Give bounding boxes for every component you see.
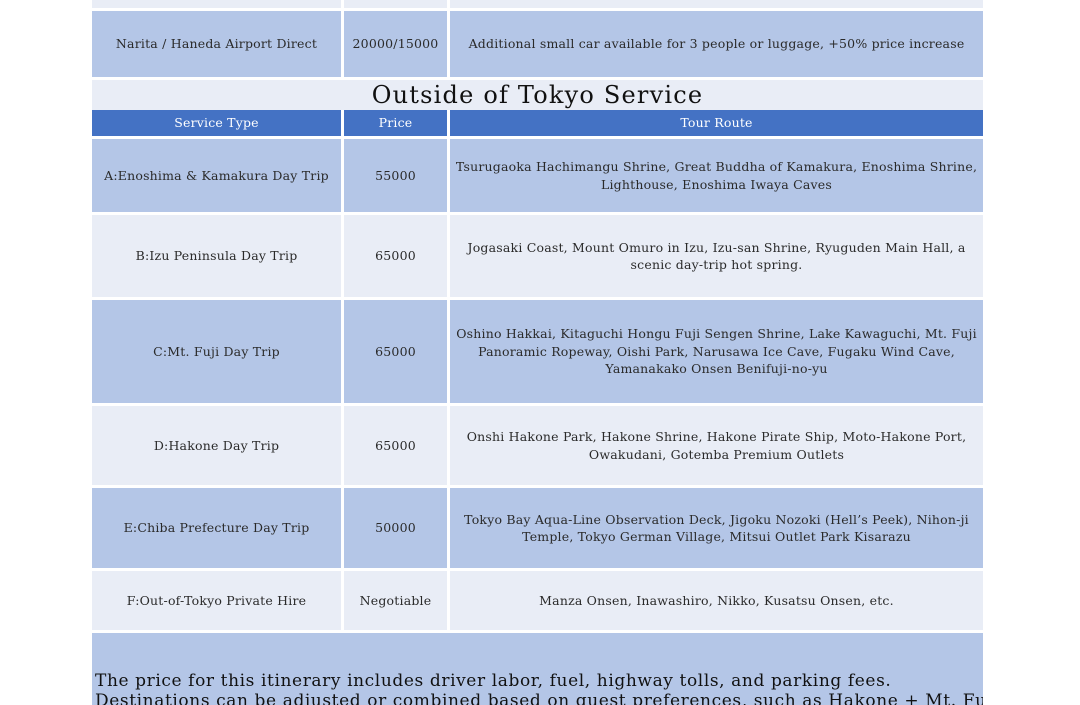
service-type-cell: B:Izu Peninsula Day Trip bbox=[92, 215, 341, 297]
table-row-tour-c: C:Mt. Fuji Day Trip 65000 Oshino Hakkai,… bbox=[92, 300, 983, 403]
tour-route-cell: Tokyo Bay Aqua-Line Observation Deck, Ji… bbox=[450, 488, 983, 568]
service-type-cell: D:Hakone Day Trip bbox=[92, 406, 341, 485]
section-title: Outside of Tokyo Service bbox=[92, 80, 983, 110]
service-type-cell: C:Mt. Fuji Day Trip bbox=[92, 300, 341, 403]
table-row-tour-f: F:Out-of-Tokyo Private Hire Negotiable M… bbox=[92, 571, 983, 630]
airport-service-cell: Narita / Haneda Airport Direct bbox=[92, 11, 341, 77]
table-row-top-strip bbox=[92, 0, 983, 8]
service-type-cell: E:Chiba Prefecture Day Trip bbox=[92, 488, 341, 568]
tour-route-cell: Jogasaki Coast, Mount Omuro in Izu, Izu-… bbox=[450, 215, 983, 297]
table-row-tour-b: B:Izu Peninsula Day Trip 65000 Jogasaki … bbox=[92, 215, 983, 297]
table-row-tour-d: D:Hakone Day Trip 65000 Onshi Hakone Par… bbox=[92, 406, 983, 485]
table-row-tour-e: E:Chiba Prefecture Day Trip 50000 Tokyo … bbox=[92, 488, 983, 568]
header-price: Price bbox=[344, 110, 447, 136]
price-cell: 50000 bbox=[344, 488, 447, 568]
price-cell: 65000 bbox=[344, 215, 447, 297]
price-cell: Negotiable bbox=[344, 571, 447, 630]
table-row-airport: Narita / Haneda Airport Direct 20000/150… bbox=[92, 11, 983, 77]
tour-route-cell: Manza Onsen, Inawashiro, Nikko, Kusatsu … bbox=[450, 571, 983, 630]
footer-note-line-1: The price for this itinerary includes dr… bbox=[95, 671, 892, 691]
airport-note-cell: Additional small car available for 3 peo… bbox=[450, 11, 983, 77]
footer-note-line-2: Destinations can be adjusted or combined… bbox=[95, 691, 983, 705]
tour-route-cell: Oshino Hakkai, Kitaguchi Hongu Fuji Seng… bbox=[450, 300, 983, 403]
service-type-cell: F:Out-of-Tokyo Private Hire bbox=[92, 571, 341, 630]
table-row-tour-a: A:Enoshima & Kamakura Day Trip 55000 Tsu… bbox=[92, 139, 983, 212]
service-type-cell: A:Enoshima & Kamakura Day Trip bbox=[92, 139, 341, 212]
price-cell: 65000 bbox=[344, 300, 447, 403]
footer-note: The price for this itinerary includes dr… bbox=[92, 633, 983, 705]
header-tour-route: Tour Route bbox=[450, 110, 983, 136]
table-header-row: Service Type Price Tour Route bbox=[92, 110, 983, 136]
header-service-type: Service Type bbox=[92, 110, 341, 136]
airport-price-cell: 20000/15000 bbox=[344, 11, 447, 77]
tour-route-cell: Onshi Hakone Park, Hakone Shrine, Hakone… bbox=[450, 406, 983, 485]
price-cell: 55000 bbox=[344, 139, 447, 212]
price-cell: 65000 bbox=[344, 406, 447, 485]
tour-route-cell: Tsurugaoka Hachimangu Shrine, Great Budd… bbox=[450, 139, 983, 212]
price-table-sheet: Narita / Haneda Airport Direct 20000/150… bbox=[92, 0, 983, 705]
